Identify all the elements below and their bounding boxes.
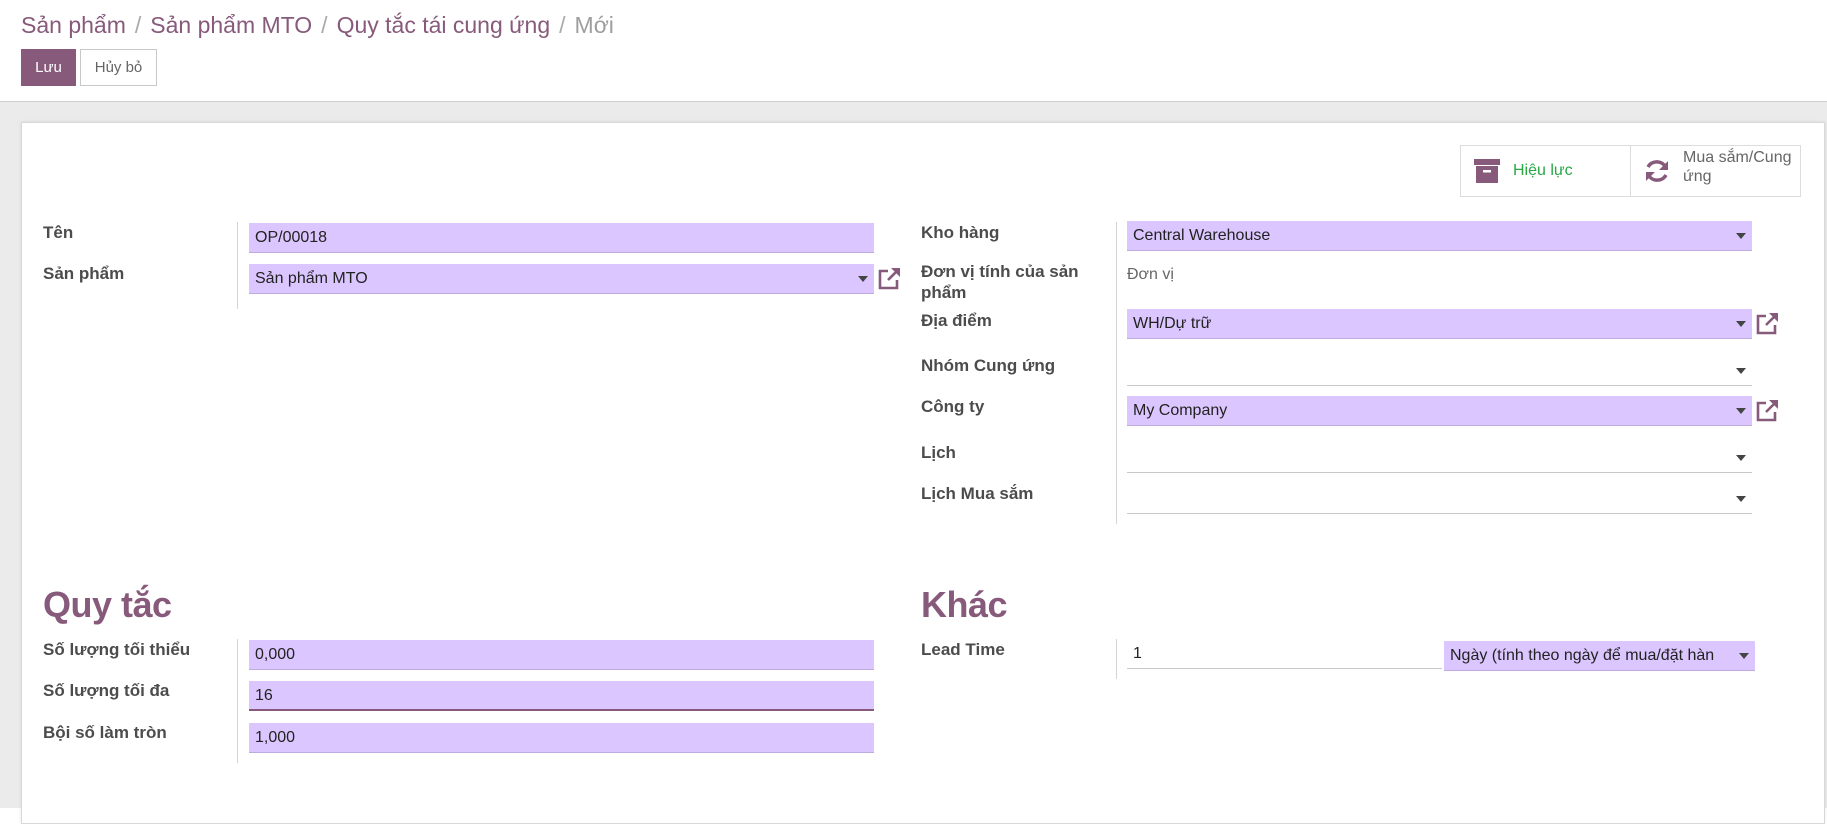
warehouse-label: Kho hàng [921,223,1000,242]
archive-icon [1474,159,1500,183]
chevron-down-icon [1736,368,1746,374]
product-value: Sản phẩm MTO [255,270,368,287]
location-value: WH/Dự trữ [1133,315,1212,332]
breadcrumb-reorder-rules[interactable]: Quy tắc tái cung ứng [337,12,551,38]
chevron-down-icon [1736,496,1746,502]
chevron-down-icon [1736,408,1746,414]
purchase-calendar-select[interactable] [1127,484,1752,514]
max-qty-label: Số lượng tối đa [43,681,170,700]
purchase-calendar-label: Lịch Mua sắm [921,484,1034,503]
active-toggle-button[interactable]: Hiệu lực [1460,145,1631,197]
control-panel: Sản phẩm / Sản phẩm MTO / Quy tắc tái cung ứ… [0,0,1827,102]
breadcrumb-product-mto[interactable]: Sản phẩm MTO [150,12,312,38]
save-button[interactable]: Lưu [21,49,76,86]
chevron-down-icon [1739,653,1749,659]
multiple-qty-label: Bội số làm tròn [43,723,167,742]
field-divider [1116,639,1117,679]
external-link-icon[interactable] [1754,398,1780,424]
uom-value: Đơn vị [1127,266,1174,283]
procurement-label: Mua sắm/Cung ứng [1683,149,1792,185]
rules-section-title: Quy tắc [43,584,172,625]
field-divider [1116,222,1117,524]
active-label: Hiệu lực [1513,162,1573,179]
breadcrumb-separator: / [559,12,566,38]
procurement-group-select[interactable] [1127,356,1752,386]
calendar-label: Lịch [921,443,956,462]
chevron-down-icon [858,276,868,282]
discard-button[interactable]: Hủy bỏ [80,49,157,86]
company-select[interactable]: My Company [1127,396,1752,426]
breadcrumb-products[interactable]: Sản phẩm [21,12,126,38]
warehouse-select[interactable]: Central Warehouse [1127,221,1752,251]
lead-time-unit-select[interactable]: Ngày (tính theo ngày để mua/đặt hàn [1444,641,1755,671]
min-qty-input[interactable]: 0,000 [249,640,874,670]
lead-time-input[interactable]: 1 [1127,639,1442,669]
breadcrumb: Sản phẩm / Sản phẩm MTO / Quy tắc tái cung ứ… [21,12,614,39]
breadcrumb-separator: / [321,12,328,38]
product-select[interactable]: Sản phẩm MTO [249,264,874,294]
multiple-qty-input[interactable]: 1,000 [249,723,874,753]
name-input[interactable]: OP/00018 [249,223,874,253]
lead-time-label: Lead Time [921,640,1005,659]
calendar-select[interactable] [1127,443,1752,473]
warehouse-value: Central Warehouse [1133,227,1271,244]
other-section-title: Khác [921,584,1008,625]
min-qty-label: Số lượng tối thiểu [43,640,191,659]
chevron-down-icon [1736,455,1746,461]
chevron-down-icon [1736,233,1746,239]
uom-label: Đơn vị tính của sản phẩm [921,262,1079,302]
company-label: Công ty [921,397,985,416]
procurement-button[interactable]: Mua sắm/Cung ứng [1630,145,1801,197]
name-label: Tên [43,223,74,242]
lead-time-unit-value: Ngày (tính theo ngày để mua/đặt hàn [1450,647,1715,664]
chevron-down-icon [1736,321,1746,327]
company-value: My Company [1133,402,1228,419]
location-select[interactable]: WH/Dự trữ [1127,309,1752,339]
external-link-icon[interactable] [876,266,902,292]
breadcrumb-separator: / [134,12,142,38]
breadcrumb-new: Mới [574,12,614,38]
location-label: Địa điểm [921,311,992,330]
field-divider [237,639,238,763]
external-link-icon[interactable] [1754,311,1780,337]
product-label: Sản phẩm [43,264,125,283]
max-qty-input[interactable]: 16 [249,681,874,711]
refresh-icon [1646,160,1668,182]
field-divider [237,222,238,309]
procurement-group-label: Nhóm Cung ứng [921,356,1056,375]
